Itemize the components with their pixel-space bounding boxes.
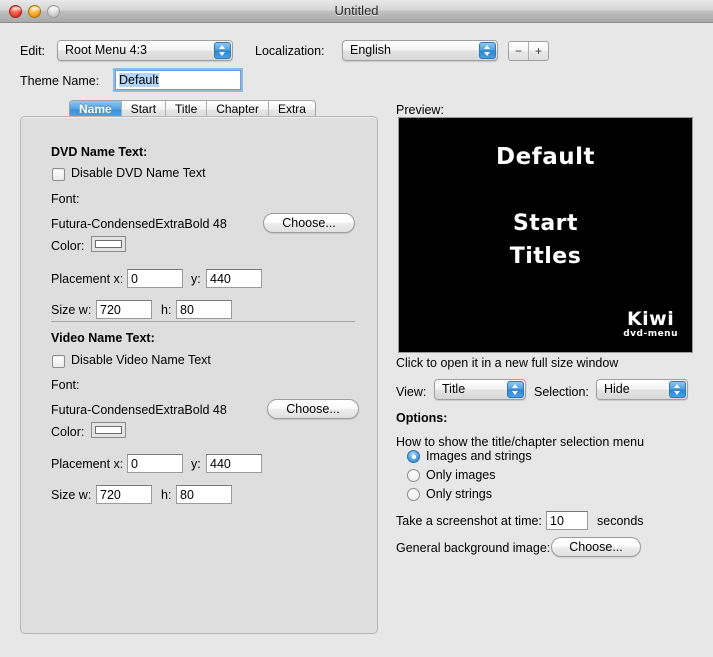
- disable-video-name-text-checkbox[interactable]: [52, 355, 65, 368]
- dvd-placement-label: Placement x:: [51, 272, 124, 286]
- video-placement-label: Placement x:: [51, 457, 124, 471]
- video-placement-x-input[interactable]: 0: [127, 454, 183, 473]
- add-localization-button[interactable]: +: [528, 42, 548, 60]
- view-label: View:: [396, 385, 427, 399]
- video-name-text-heading: Video Name Text:: [51, 331, 155, 345]
- chevron-updown-icon: [507, 381, 524, 398]
- theme-name-input[interactable]: Default: [113, 68, 243, 92]
- dvd-placement-y-input[interactable]: 440: [206, 269, 262, 288]
- kiwi-logo-main: Kiwi: [626, 308, 675, 330]
- dvd-size-h-label: h:: [161, 303, 172, 317]
- radio-only-images[interactable]: [407, 469, 420, 482]
- preview-menu-title: Default: [496, 144, 595, 170]
- view-popup-value: Title: [442, 382, 466, 396]
- window-title: Untitled: [334, 3, 379, 18]
- background-image-label: General background image:: [396, 541, 551, 555]
- view-popup-button[interactable]: Title: [434, 379, 526, 400]
- chevron-updown-icon: [214, 42, 231, 59]
- localization-add-remove-control[interactable]: − +: [508, 41, 549, 61]
- video-color-well[interactable]: [91, 422, 126, 438]
- dvd-size-w-input[interactable]: 720: [96, 300, 152, 319]
- video-placement-y-input[interactable]: 440: [206, 454, 262, 473]
- edit-popup-value: Root Menu 4:3: [65, 43, 147, 57]
- screenshot-time-input[interactable]: 10: [546, 511, 588, 530]
- dvd-font-value: Futura-CondensedExtraBold 48: [51, 217, 227, 231]
- selection-popup-button[interactable]: Hide: [596, 379, 688, 400]
- theme-name-label: Theme Name:: [20, 74, 100, 88]
- dvd-font-choose-button[interactable]: Choose...: [263, 213, 355, 233]
- preview-canvas[interactable]: Default Start Titles Kiwi dvd-menu: [398, 117, 693, 353]
- window-titlebar: Untitled: [0, 0, 713, 23]
- dvd-size-label: Size w:: [51, 303, 92, 317]
- video-font-value: Futura-CondensedExtraBold 48: [51, 403, 227, 417]
- radio-images-and-strings-label: Images and strings: [426, 449, 532, 463]
- kiwi-logo-sub: dvd-menu: [623, 329, 678, 339]
- video-size-h-label: h:: [161, 488, 172, 502]
- dvd-size-h-input[interactable]: 80: [176, 300, 232, 319]
- dvd-color-swatch: [95, 240, 122, 248]
- video-size-w-input[interactable]: 720: [96, 485, 152, 504]
- screenshot-time-label: Take a screenshot at time:: [396, 514, 542, 528]
- radio-only-strings[interactable]: [407, 488, 420, 501]
- video-font-label: Font:: [51, 378, 80, 392]
- selection-popup-value: Hide: [604, 382, 630, 396]
- localization-popup-button[interactable]: English: [342, 40, 498, 61]
- options-heading: Options:: [396, 411, 448, 425]
- video-placement-y-label: y:: [191, 457, 201, 471]
- preview-hint: Click to open it in a new full size wind…: [396, 356, 619, 370]
- app-window: Untitled Edit: Root Menu 4:3 Localizatio…: [0, 0, 713, 657]
- preview-menu-start: Start: [512, 211, 579, 236]
- remove-localization-button[interactable]: −: [509, 42, 528, 60]
- theme-name-value: Default: [119, 73, 159, 87]
- tab-content-panel: DVD Name Text: Disable DVD Name Text Fon…: [20, 116, 378, 634]
- disable-dvd-name-text-label: Disable DVD Name Text: [71, 166, 206, 180]
- section-divider: [51, 321, 355, 322]
- disable-dvd-name-text-checkbox[interactable]: [52, 168, 65, 181]
- disable-video-name-text-label: Disable Video Name Text: [71, 353, 211, 367]
- dvd-placement-x-input[interactable]: 0: [127, 269, 183, 288]
- radio-only-strings-label: Only strings: [426, 487, 492, 501]
- preview-heading: Preview:: [396, 103, 444, 117]
- video-color-swatch: [95, 426, 122, 434]
- edit-label: Edit:: [20, 44, 46, 58]
- edit-popup-button[interactable]: Root Menu 4:3: [57, 40, 233, 61]
- video-size-h-input[interactable]: 80: [176, 485, 232, 504]
- chevron-updown-icon: [669, 381, 686, 398]
- video-size-label: Size w:: [51, 488, 92, 502]
- menu-mode-label: How to show the title/chapter selection …: [396, 435, 645, 449]
- kiwi-logo: Kiwi dvd-menu: [623, 310, 678, 340]
- screenshot-time-unit: seconds: [597, 514, 644, 528]
- dvd-font-label: Font:: [51, 192, 80, 206]
- video-font-choose-button[interactable]: Choose...: [267, 399, 359, 419]
- dvd-color-label: Color:: [51, 239, 85, 253]
- video-color-label: Color:: [51, 425, 85, 439]
- preview-menu-titles: Titles: [509, 244, 582, 269]
- radio-images-and-strings[interactable]: [407, 450, 420, 463]
- localization-popup-value: English: [350, 43, 391, 57]
- background-image-choose-button[interactable]: Choose...: [551, 537, 641, 557]
- chevron-updown-icon: [479, 42, 496, 59]
- radio-only-images-label: Only images: [426, 468, 496, 482]
- dvd-name-text-heading: DVD Name Text:: [51, 145, 148, 159]
- localization-label: Localization:: [255, 44, 325, 58]
- selection-label: Selection:: [534, 385, 589, 399]
- dvd-placement-y-label: y:: [191, 272, 201, 286]
- dvd-color-well[interactable]: [91, 236, 126, 252]
